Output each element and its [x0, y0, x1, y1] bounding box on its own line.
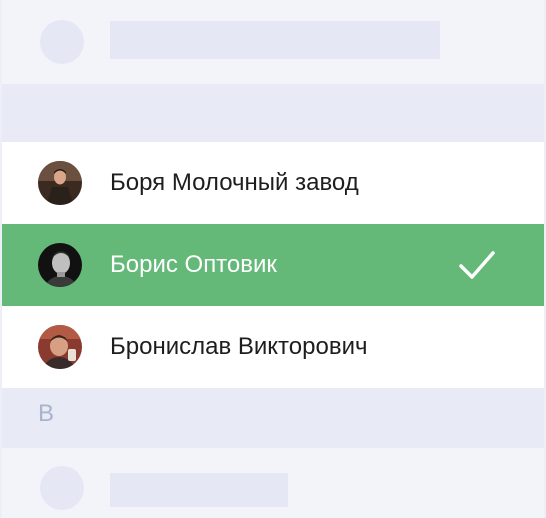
- contact-row-selected[interactable]: Борис Оптовик: [2, 224, 544, 306]
- placeholder-row: [2, 448, 544, 518]
- contact-row[interactable]: Бронислав Викторович: [2, 306, 544, 388]
- avatar: [38, 325, 82, 369]
- section-divider: [2, 84, 544, 142]
- placeholder-row: [2, 0, 544, 84]
- placeholder-avatar: [40, 20, 84, 64]
- section-letter: В: [38, 400, 55, 427]
- checkmark-icon: [459, 251, 495, 279]
- avatar: [38, 161, 82, 205]
- placeholder-text: [110, 21, 440, 59]
- placeholder-text: [110, 473, 288, 507]
- contact-name: Борис Оптовик: [110, 251, 277, 278]
- avatar: [38, 243, 82, 287]
- contact-name: Боря Молочный завод: [110, 169, 359, 196]
- placeholder-avatar: [40, 466, 84, 510]
- contact-name: Бронислав Викторович: [110, 333, 368, 360]
- section-header: [2, 388, 544, 448]
- contact-picker: Боря Молочный завод Борис Оптовик Бронис…: [0, 0, 546, 518]
- contact-row[interactable]: Боря Молочный завод: [2, 142, 544, 224]
